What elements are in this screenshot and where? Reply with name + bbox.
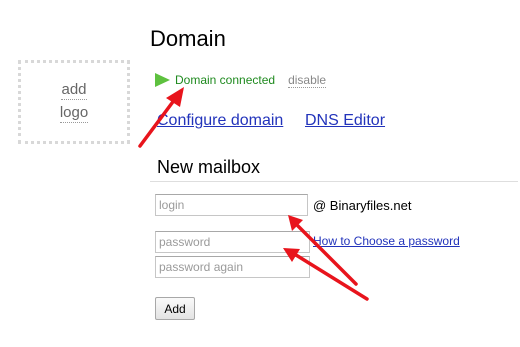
- login-input[interactable]: [155, 194, 308, 216]
- new-mailbox-heading: New mailbox: [157, 157, 261, 177]
- password-again-input[interactable]: [155, 256, 310, 278]
- disable-link[interactable]: disable: [288, 73, 327, 88]
- page-title: Domain: [150, 26, 226, 51]
- dns-editor-link[interactable]: DNS Editor: [305, 112, 385, 130]
- domain-status: Domain connected disable: [155, 72, 327, 88]
- play-icon: [155, 73, 170, 87]
- password-input[interactable]: [155, 231, 310, 253]
- add-button[interactable]: Add: [155, 297, 195, 320]
- domain-status-text: Domain connected: [175, 73, 276, 87]
- domain-suffix: @ Binaryfiles.net: [313, 198, 412, 213]
- add-logo-text-line2: logo: [59, 104, 89, 123]
- section-divider: [150, 181, 518, 182]
- choose-password-link[interactable]: How to Choose a password: [313, 234, 460, 249]
- configure-domain-link[interactable]: Configure domain: [157, 112, 283, 130]
- add-logo-text-line1: add: [61, 81, 87, 100]
- add-logo-placeholder[interactable]: add logo: [18, 60, 130, 144]
